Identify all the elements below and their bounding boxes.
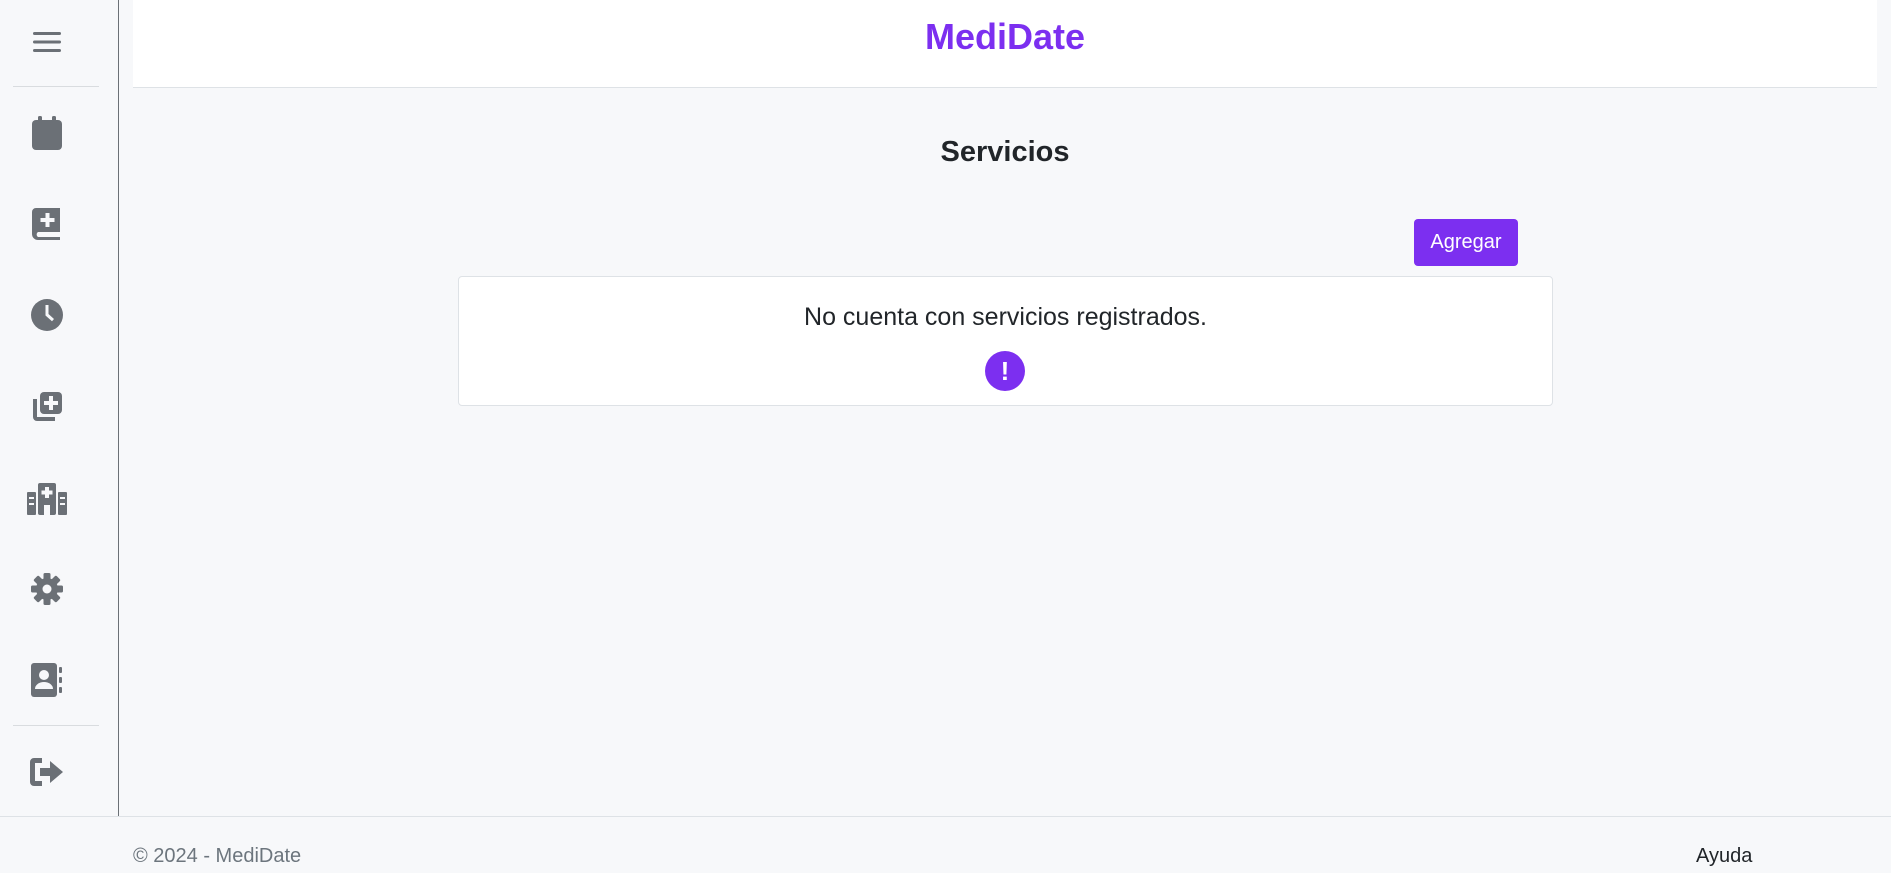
sidebar-item-clinics[interactable] bbox=[18, 470, 76, 528]
calendar-icon bbox=[32, 116, 62, 150]
menu-icon bbox=[33, 32, 61, 52]
gear-icon bbox=[31, 573, 63, 605]
exclamation-icon: ! bbox=[985, 351, 1025, 391]
hospital-icon bbox=[27, 483, 67, 515]
sidebar-divider bbox=[13, 725, 99, 726]
add-service-icon bbox=[33, 392, 62, 421]
sidebar-item-calendar[interactable] bbox=[18, 104, 76, 162]
contact-book-icon bbox=[31, 663, 62, 697]
sidebar-item-settings[interactable] bbox=[18, 560, 76, 618]
sidebar-item-schedule[interactable] bbox=[18, 286, 76, 344]
add-service-button[interactable]: Agregar bbox=[1414, 219, 1518, 266]
medical-book-icon bbox=[32, 208, 60, 240]
logout-button[interactable] bbox=[18, 743, 76, 801]
menu-toggle-button[interactable] bbox=[18, 13, 76, 71]
empty-state-message: No cuenta con servicios registrados. bbox=[804, 303, 1207, 331]
sidebar-item-services[interactable] bbox=[18, 378, 76, 436]
sidebar-divider bbox=[13, 86, 99, 87]
sidebar-item-contacts[interactable] bbox=[18, 651, 76, 709]
empty-state-card: No cuenta con servicios registrados. ! bbox=[458, 276, 1553, 406]
brand-title[interactable]: MediDate bbox=[925, 16, 1085, 58]
sidebar-item-medical-records[interactable] bbox=[18, 195, 76, 253]
logout-icon bbox=[30, 758, 63, 786]
page-title: Servicios bbox=[940, 136, 1070, 168]
copyright-text: © 2024 - MediDate bbox=[133, 845, 302, 867]
sidebar bbox=[0, 0, 119, 816]
help-link[interactable]: Ayuda bbox=[1696, 845, 1752, 868]
top-header: MediDate bbox=[133, 0, 1877, 88]
clock-icon bbox=[31, 299, 63, 331]
footer: © 2024 - MediDate Ayuda bbox=[0, 816, 1891, 873]
